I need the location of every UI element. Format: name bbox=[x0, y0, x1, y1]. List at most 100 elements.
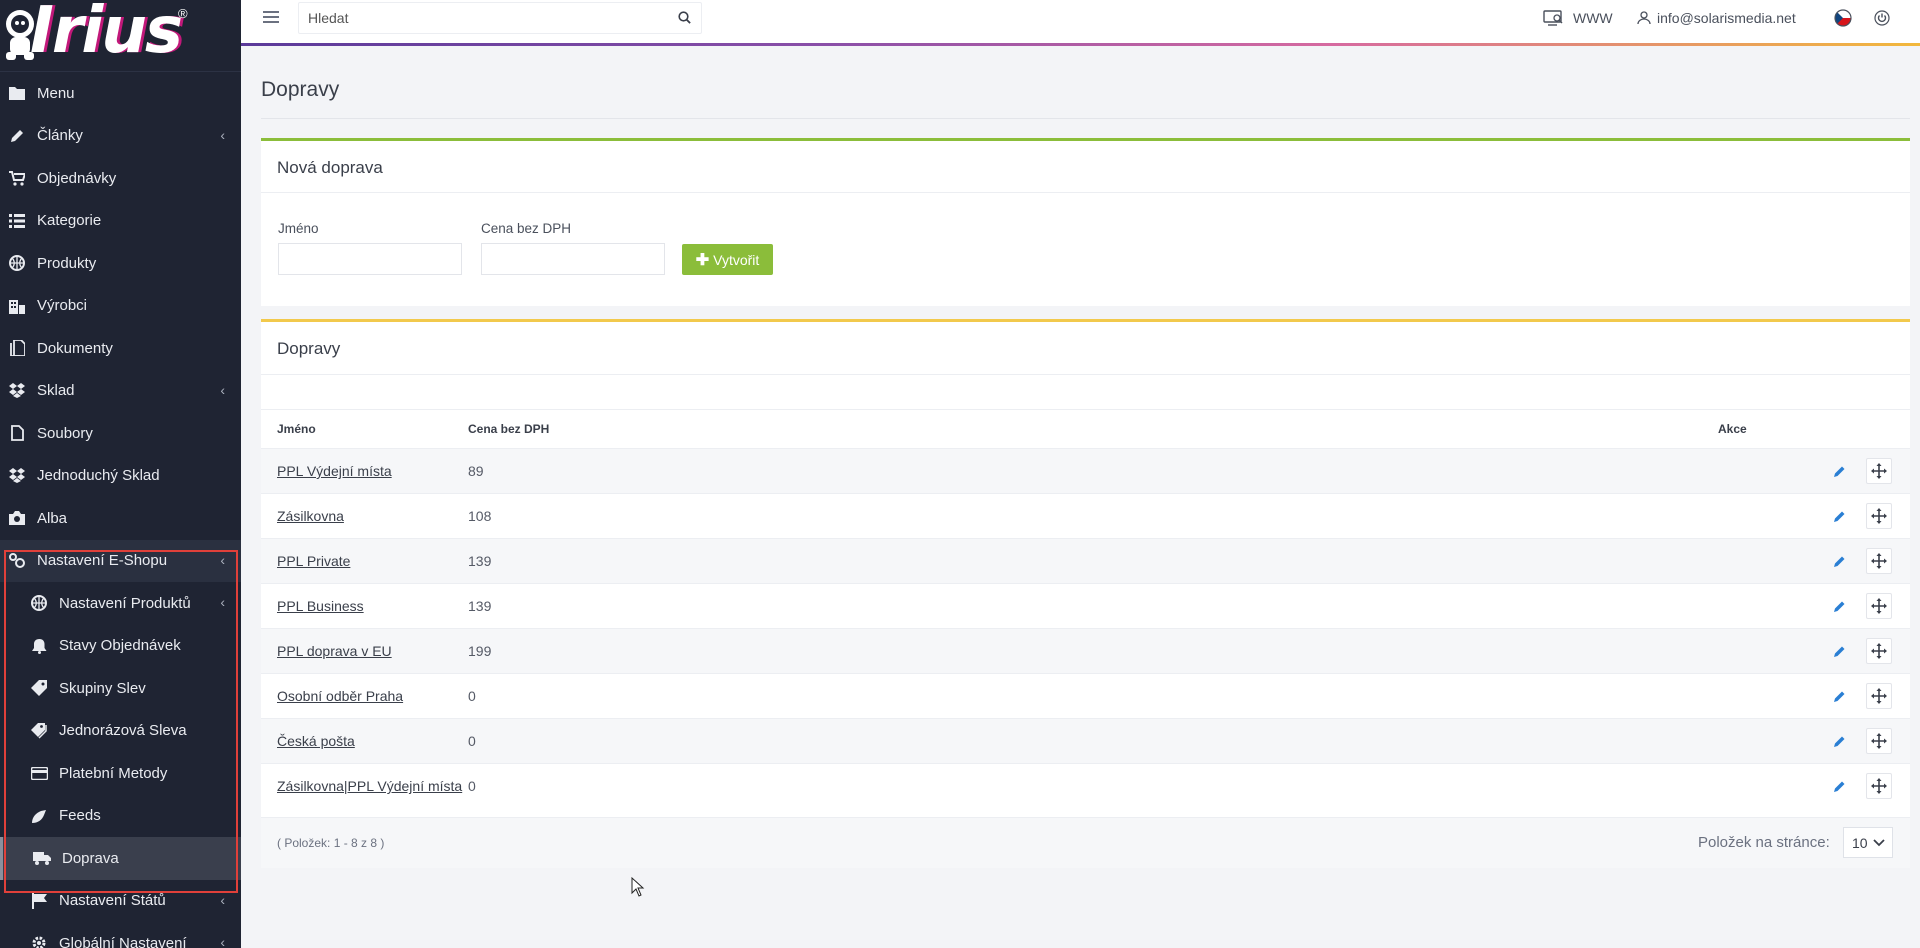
table-row: PPL Business 139 bbox=[261, 583, 1910, 629]
per-page-select[interactable]: 10 bbox=[1843, 827, 1893, 858]
table-row: Osobní odběr Praha 0 bbox=[261, 673, 1910, 719]
table-header-row: Jméno Cena bez DPH Akce bbox=[261, 409, 1910, 449]
cell-actions bbox=[1718, 718, 1910, 764]
search-input[interactable] bbox=[299, 3, 659, 33]
sidebar-subitem-platebni-metody[interactable]: Platební Metody bbox=[0, 752, 241, 795]
move-button[interactable] bbox=[1866, 503, 1892, 529]
sidebar: Irius ® Menu Články ‹ Objednávky Kategor… bbox=[0, 0, 241, 948]
dropbox-icon bbox=[8, 467, 26, 485]
user-menu[interactable]: info@solarismedia.net bbox=[1637, 0, 1796, 36]
power-icon bbox=[1874, 10, 1890, 26]
list-icon bbox=[8, 212, 26, 230]
column-header-price[interactable]: Cena bez DPH bbox=[468, 409, 1718, 449]
sidebar-item-label: Soubory bbox=[37, 424, 93, 442]
edit-button[interactable] bbox=[1826, 683, 1852, 709]
user-email: info@solarismedia.net bbox=[1657, 10, 1796, 26]
move-arrows-icon bbox=[1871, 688, 1887, 704]
sidebar-item-dokumenty[interactable]: Dokumenty bbox=[0, 327, 241, 370]
shipping-name-link[interactable]: Zásilkovna|PPL Výdejní místa bbox=[277, 778, 462, 794]
create-button[interactable]: ✚ Vytvořit bbox=[682, 244, 773, 275]
sidebar-subitem-nastaveni-produktu[interactable]: Nastavení Produktů ‹ bbox=[0, 582, 241, 625]
page-title: Dopravy bbox=[261, 78, 340, 101]
move-button[interactable] bbox=[1866, 773, 1892, 800]
sidebar-subitem-jednorazova-sleva[interactable]: Jednorázová Sleva bbox=[0, 710, 241, 753]
tag-icon bbox=[30, 679, 48, 697]
logout-button[interactable] bbox=[1874, 0, 1890, 36]
edit-button[interactable] bbox=[1826, 593, 1852, 619]
building-icon bbox=[8, 297, 26, 315]
move-button[interactable] bbox=[1866, 638, 1892, 664]
sidebar-item-label: Dokumenty bbox=[37, 339, 113, 357]
sidebar-subitem-stavy-objednavek[interactable]: Stavy Objednávek bbox=[0, 625, 241, 668]
sidebar-subitem-doprava[interactable]: Doprava bbox=[0, 837, 241, 880]
pencil-icon bbox=[1833, 601, 1844, 612]
sidebar-item-alba[interactable]: Alba bbox=[0, 497, 241, 540]
hamburger-menu-icon[interactable] bbox=[263, 11, 279, 25]
shipping-name-link[interactable]: Osobní odběr Praha bbox=[277, 688, 403, 704]
shipping-name-link[interactable]: Česká pošta bbox=[277, 733, 355, 749]
sidebar-item-label: Skupiny Slev bbox=[59, 679, 146, 697]
table-row: PPL Private 139 bbox=[261, 538, 1910, 584]
cell-actions bbox=[1718, 448, 1910, 494]
logo-text: Irius bbox=[30, 0, 183, 68]
sidebar-item-vyrobci[interactable]: Výrobci bbox=[0, 285, 241, 328]
cell-name: PPL doprava v EU bbox=[261, 628, 468, 674]
price-field[interactable] bbox=[481, 243, 665, 275]
dropbox-icon bbox=[8, 382, 26, 400]
tags-icon bbox=[30, 722, 48, 740]
sidebar-item-label: Globální Nastavení bbox=[59, 934, 187, 948]
sidebar-subitem-skupiny-slev[interactable]: Skupiny Slev bbox=[0, 667, 241, 710]
column-header-actions: Akce bbox=[1718, 409, 1910, 449]
move-button[interactable] bbox=[1866, 458, 1892, 484]
sidebar-item-label: Stavy Objednávek bbox=[59, 637, 181, 655]
sidebar-subitem-feeds[interactable]: Feeds bbox=[0, 795, 241, 838]
edit-button[interactable] bbox=[1826, 458, 1852, 484]
sidebar-item-label: Nastavení Produktů bbox=[59, 594, 191, 612]
table-row: PPL Výdejní místa 89 bbox=[261, 448, 1910, 494]
edit-button[interactable] bbox=[1826, 728, 1852, 754]
logo[interactable]: Irius ® bbox=[0, 0, 241, 72]
sidebar-item-objednavky[interactable]: Objednávky bbox=[0, 157, 241, 200]
edit-button[interactable] bbox=[1826, 548, 1852, 574]
sidebar-item-label: Produkty bbox=[37, 254, 97, 272]
sidebar-subitem-nastaveni-statu[interactable]: Nastavení Států ‹ bbox=[0, 880, 241, 923]
move-button[interactable] bbox=[1866, 728, 1892, 754]
credit-card-icon bbox=[30, 764, 48, 782]
language-switch[interactable] bbox=[1834, 0, 1852, 36]
shipping-name-link[interactable]: PPL Private bbox=[277, 553, 350, 569]
cogs-icon bbox=[8, 552, 26, 570]
sidebar-item-label: Kategorie bbox=[37, 212, 102, 230]
sidebar-item-produkty[interactable]: Produkty bbox=[0, 242, 241, 285]
name-field[interactable] bbox=[278, 243, 462, 275]
move-button[interactable] bbox=[1866, 593, 1892, 619]
shipping-name-link[interactable]: PPL doprava v EU bbox=[277, 643, 392, 659]
sidebar-item-menu[interactable]: Menu bbox=[0, 72, 241, 115]
edit-button[interactable] bbox=[1826, 503, 1852, 529]
cell-price: 139 bbox=[468, 538, 1718, 584]
move-button[interactable] bbox=[1866, 683, 1892, 709]
pencil-icon bbox=[1833, 466, 1844, 477]
sidebar-item-soubory[interactable]: Soubory bbox=[0, 412, 241, 455]
sidebar-item-label: Články bbox=[37, 127, 83, 145]
search-icon[interactable] bbox=[678, 11, 691, 28]
sidebar-subitem-globalni-nastaveni[interactable]: Globální Nastavení ‹ bbox=[0, 922, 241, 948]
pencil-icon bbox=[1833, 556, 1844, 567]
move-arrows-icon bbox=[1871, 643, 1887, 659]
shipping-name-link[interactable]: PPL Business bbox=[277, 598, 364, 614]
shipping-name-link[interactable]: PPL Výdejní místa bbox=[277, 463, 392, 479]
move-button[interactable] bbox=[1866, 548, 1892, 574]
cell-price: 0 bbox=[468, 718, 1718, 764]
sidebar-item-kategorie[interactable]: Kategorie bbox=[0, 200, 241, 243]
cell-actions bbox=[1718, 763, 1910, 809]
www-link[interactable]: WWW bbox=[1543, 0, 1613, 36]
topbar: WWW info@solarismedia.net bbox=[241, 0, 1920, 43]
edit-button[interactable] bbox=[1826, 773, 1852, 799]
column-header-name[interactable]: Jméno bbox=[261, 409, 468, 449]
sidebar-item-clanky[interactable]: Články ‹ bbox=[0, 115, 241, 158]
sidebar-item-nastaveni-eshopu[interactable]: Nastavení E-Shopu ‹ bbox=[0, 539, 241, 582]
sidebar-item-label: Nastavení E-Shopu bbox=[37, 552, 168, 570]
sidebar-item-jednoduchy-sklad[interactable]: Jednoduchý Sklad bbox=[0, 455, 241, 498]
edit-button[interactable] bbox=[1826, 638, 1852, 664]
sidebar-item-sklad[interactable]: Sklad ‹ bbox=[0, 370, 241, 413]
shipping-name-link[interactable]: Zásilkovna bbox=[277, 508, 344, 524]
